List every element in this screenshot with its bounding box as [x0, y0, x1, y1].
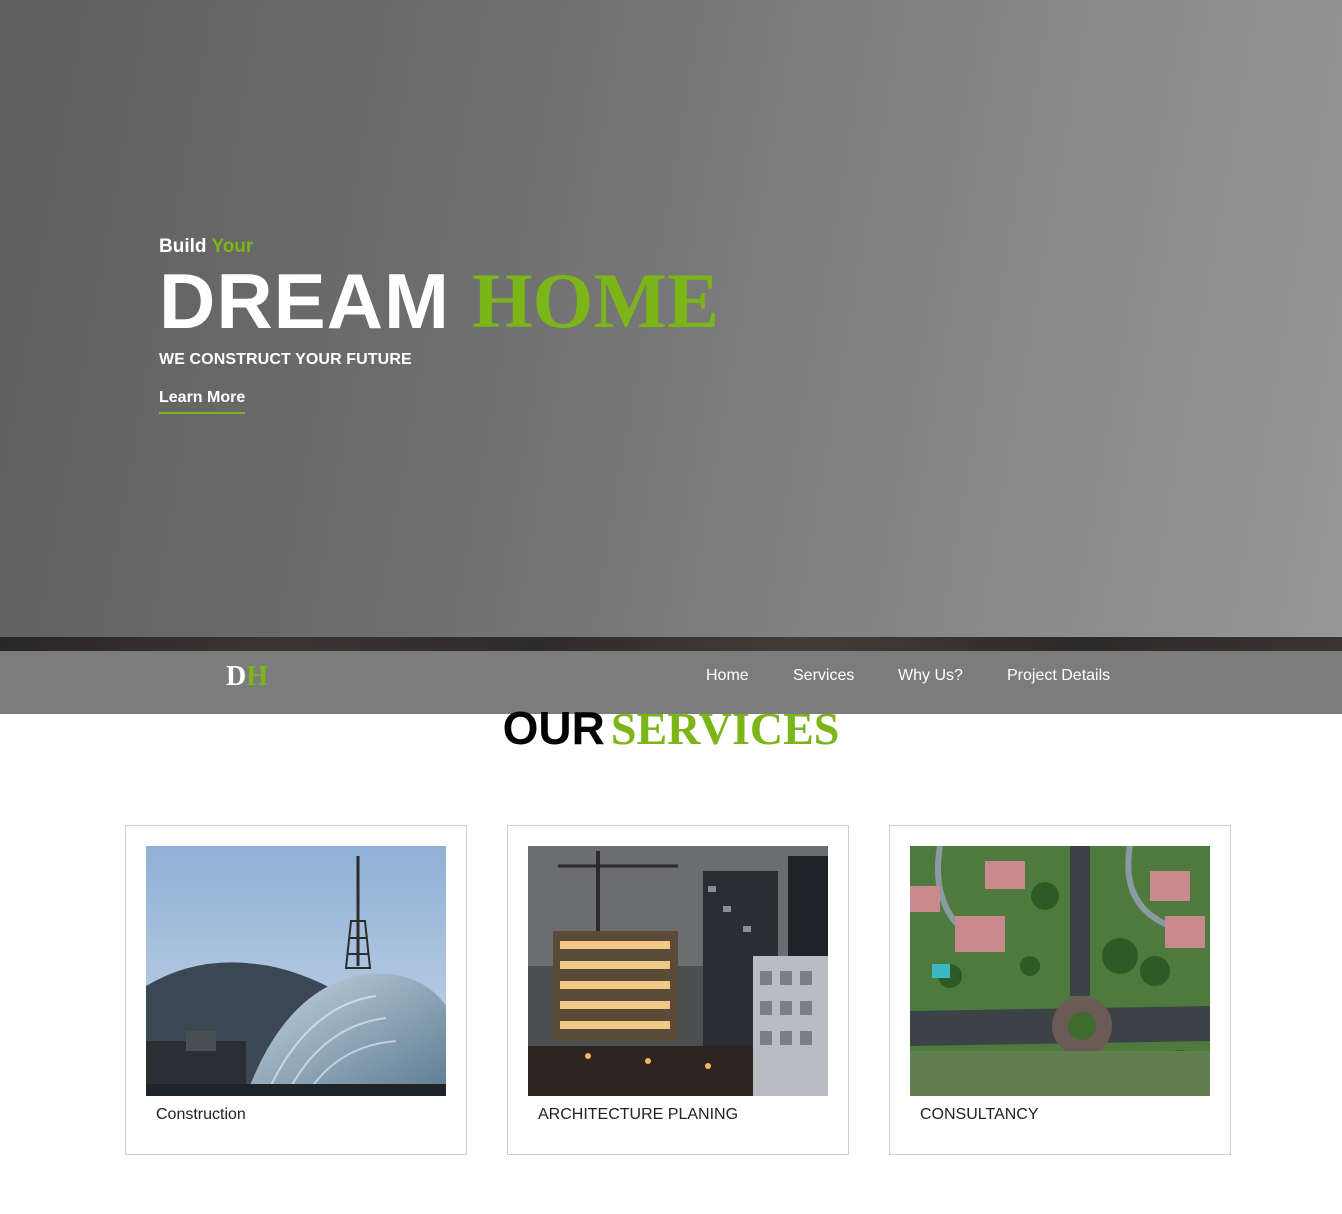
hero-kicker-build: Build	[159, 236, 207, 257]
service-card-label: ARCHITECTURE PLANING	[538, 1106, 739, 1123]
hero-tagline: WE CONSTRUCT YOUR FUTURE	[159, 351, 412, 368]
logo-letter-h: H	[246, 661, 269, 692]
hero-image-strip	[0, 637, 1342, 651]
service-card-consultancy[interactable]: CONSULTANCY	[889, 825, 1231, 1155]
service-card-architecture[interactable]: ARCHITECTURE PLANING	[507, 825, 849, 1155]
logo-letter-d: D	[226, 661, 247, 692]
service-card-label: Construction	[156, 1106, 246, 1123]
nav-item-why-us[interactable]: Why Us?	[898, 667, 963, 685]
service-card-label: CONSULTANCY	[920, 1106, 1039, 1123]
nav-item-project-details[interactable]: Project Details	[1007, 667, 1110, 685]
learn-more-button[interactable]: Learn More	[159, 389, 246, 414]
services-title: OUR SERVICES	[0, 702, 1342, 754]
service-card-construction[interactable]: Construction	[125, 825, 467, 1155]
hero-section: Build Your DREAM HOME WE CONSTRUCT YOUR F…	[0, 0, 1342, 637]
services-title-our: OUR	[502, 702, 605, 754]
hero-title: DREAM HOME	[159, 262, 719, 341]
site-logo[interactable]: DH	[226, 661, 268, 693]
hero-title-dream: DREAM	[159, 257, 450, 345]
hero-kicker-your: Your	[211, 236, 254, 257]
hero-title-home: HOME	[472, 257, 719, 344]
aerial-neighborhood-photo	[910, 846, 1210, 1096]
nav-item-home[interactable]: Home	[706, 667, 749, 685]
stadium-tower-photo	[146, 846, 446, 1096]
hero-content: Build Your DREAM HOME WE CONSTRUCT YOUR F…	[159, 236, 719, 414]
nav-item-services[interactable]: Services	[793, 667, 854, 685]
services-title-services: SERVICES	[610, 703, 840, 754]
construction-site-night-photo	[528, 846, 828, 1096]
hero-kicker: Build Your	[159, 236, 719, 258]
